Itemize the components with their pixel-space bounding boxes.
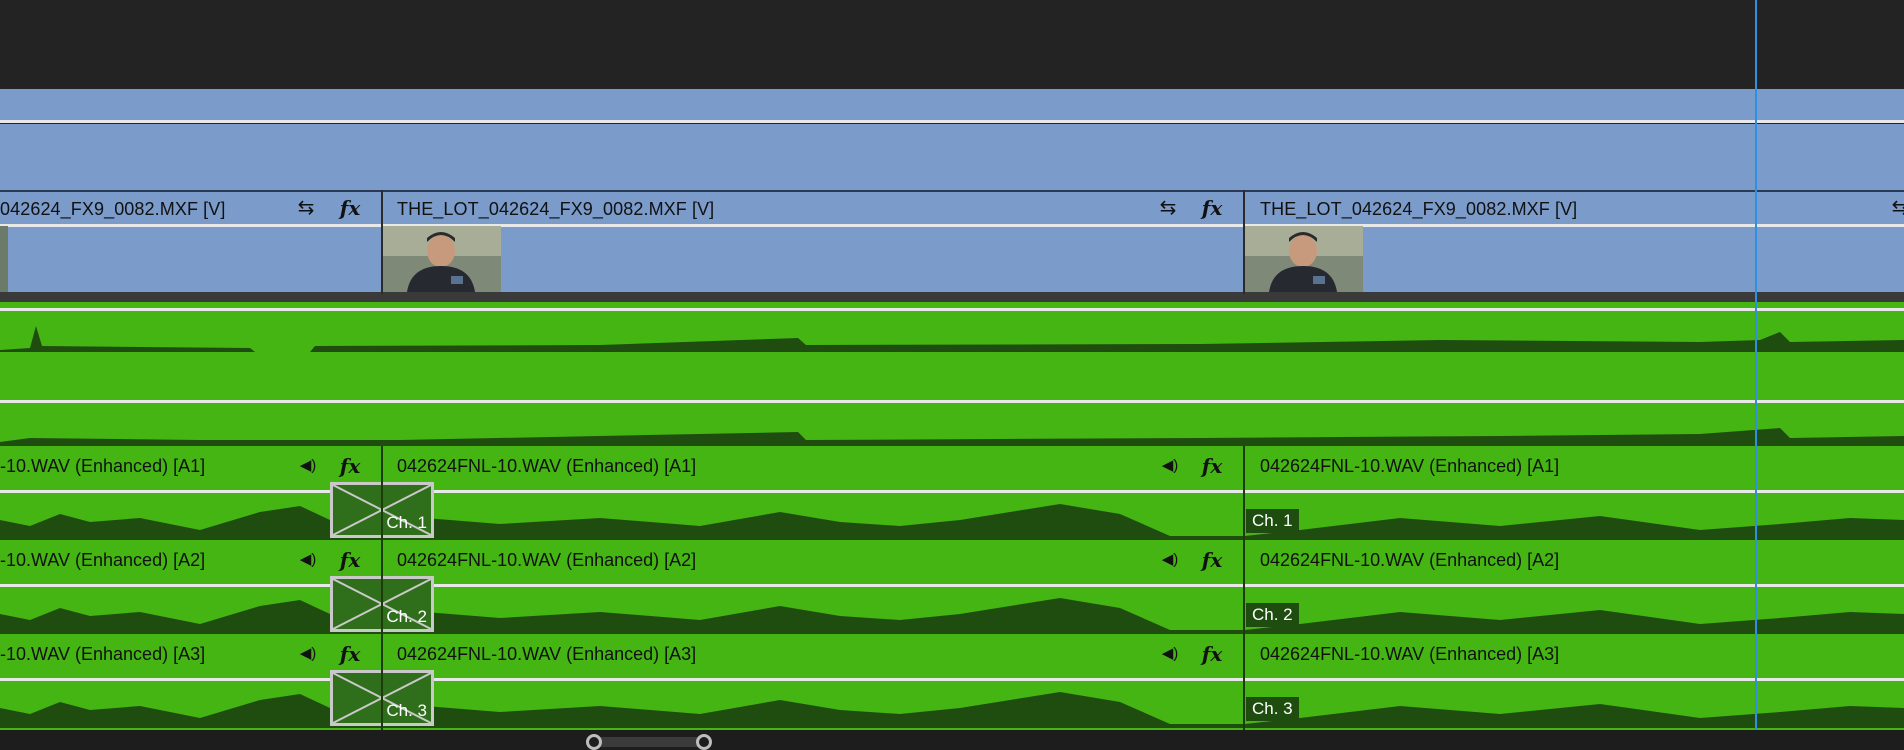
audio-clip-label[interactable]: -10.WAV (Enhanced) [A1] <box>0 452 205 480</box>
speaker-icon[interactable]: ◀) <box>1158 642 1182 666</box>
audio-waveform <box>0 326 1904 352</box>
fx-icon[interactable]: fx <box>338 642 362 666</box>
audio-clip-label[interactable]: 042624FNL-10.WAV (Enhanced) [A3] <box>1260 640 1559 668</box>
audio-clip-label[interactable]: 042624FNL-10.WAV (Enhanced) [A3] <box>397 640 696 668</box>
playhead[interactable] <box>1755 0 1757 730</box>
channel-badge: Ch. 3 <box>1246 697 1299 721</box>
timeline-panel: 042624_FX9_0082.MXF [V] ⇆ fx THE_LOT_042… <box>0 0 1904 750</box>
video-track-middle[interactable] <box>0 124 1904 190</box>
channel-badge: Ch. 1 <box>1246 509 1299 533</box>
sync-icon[interactable]: ⇆ <box>1156 196 1180 220</box>
video-clip-1-label[interactable]: 042624_FX9_0082.MXF [V] <box>0 193 225 225</box>
video-clip-3-thumbnail <box>1245 226 1363 292</box>
fx-icon[interactable]: fx <box>338 454 362 478</box>
scrollbar-right-handle[interactable] <box>696 734 712 750</box>
audio-waveform <box>0 428 1904 446</box>
transition-label: Ch. 3 <box>386 701 427 720</box>
fx-icon[interactable]: fx <box>1200 196 1224 220</box>
video-track-v1[interactable] <box>0 192 1904 292</box>
speaker-icon[interactable]: ◀) <box>296 454 320 478</box>
video-track-upper[interactable] <box>0 89 1904 122</box>
fx-icon[interactable]: fx <box>1200 454 1224 478</box>
audio-clip-label[interactable]: 042624FNL-10.WAV (Enhanced) [A1] <box>397 452 696 480</box>
audio-clip-label[interactable]: -10.WAV (Enhanced) [A2] <box>0 546 205 574</box>
track-separator <box>0 292 1904 302</box>
fx-icon[interactable]: fx <box>1200 548 1224 572</box>
audio-clip-label[interactable]: 042624FNL-10.WAV (Enhanced) [A1] <box>1260 452 1559 480</box>
speaker-icon[interactable]: ◀) <box>1158 454 1182 478</box>
video-clip-1-thumbnail <box>0 226 8 292</box>
audio-clip-label[interactable]: -10.WAV (Enhanced) [A3] <box>0 640 205 668</box>
video-clip-2-label[interactable]: THE_LOT_042624_FX9_0082.MXF [V] <box>397 193 714 225</box>
audio-waveform <box>0 504 1904 540</box>
scrollbar-thumb[interactable] <box>594 737 706 747</box>
transition-label: Ch. 2 <box>386 607 427 626</box>
channel-badge: Ch. 2 <box>1246 603 1299 627</box>
transition-label: Ch. 1 <box>386 513 427 532</box>
audio-clip-label[interactable]: 042624FNL-10.WAV (Enhanced) [A2] <box>1260 546 1559 574</box>
scrollbar-left-handle[interactable] <box>586 734 602 750</box>
audio-waveform <box>0 692 1904 728</box>
speaker-icon[interactable]: ◀) <box>296 548 320 572</box>
fx-icon[interactable]: fx <box>1200 642 1224 666</box>
timeline-empty-area <box>0 0 1904 89</box>
audio-clip-label[interactable]: 042624FNL-10.WAV (Enhanced) [A2] <box>397 546 696 574</box>
horizontal-scrollbar[interactable] <box>0 730 1904 750</box>
speaker-icon[interactable]: ◀) <box>296 642 320 666</box>
sync-icon[interactable]: ⇆ <box>1888 196 1904 220</box>
sync-icon[interactable]: ⇆ <box>294 196 318 220</box>
video-clip-2-thumbnail <box>383 226 501 292</box>
audio-waveform <box>0 598 1904 634</box>
video-clip-3-label[interactable]: THE_LOT_042624_FX9_0082.MXF [V] <box>1260 193 1577 225</box>
fx-icon[interactable]: fx <box>338 196 362 220</box>
speaker-icon[interactable]: ◀) <box>1158 548 1182 572</box>
fx-icon[interactable]: fx <box>338 548 362 572</box>
